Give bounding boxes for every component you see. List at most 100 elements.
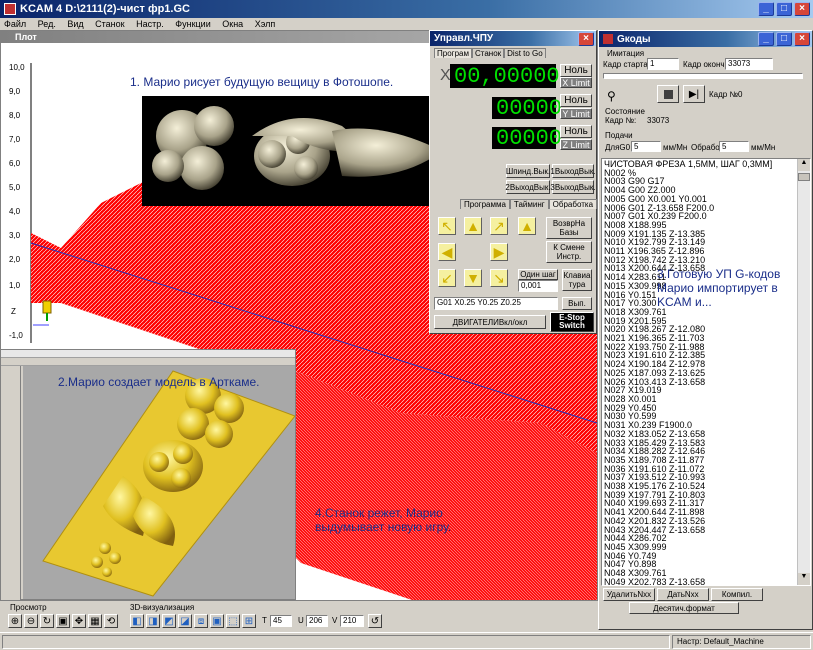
jog-up-left-arrow[interactable]: ↖ bbox=[438, 217, 456, 235]
tab-preview[interactable]: Просмотр bbox=[10, 603, 47, 612]
view-iso3-icon[interactable]: ▣ bbox=[210, 614, 224, 628]
keyboard-jog-button[interactable]: Клавиа тура bbox=[562, 269, 592, 291]
maximize-button[interactable]: □ bbox=[776, 2, 792, 16]
zoom-in-icon[interactable]: ⊕ bbox=[8, 614, 22, 628]
app-icon bbox=[4, 3, 16, 15]
motors-toggle-button[interactable]: ДВИГАТЕЛИВкл/окл bbox=[434, 315, 546, 329]
decimal-format-button[interactable]: Десятич.формат bbox=[629, 602, 739, 614]
tab-machining[interactable]: Обработка bbox=[548, 199, 598, 209]
g0-feed-input[interactable]: 5 bbox=[631, 141, 661, 152]
run-command-button[interactable]: Вып. bbox=[562, 297, 592, 310]
tab-program[interactable]: Програм bbox=[434, 48, 472, 58]
grid-icon[interactable]: ▦ bbox=[88, 614, 102, 628]
stop-button[interactable] bbox=[657, 85, 679, 103]
view-iso-icon[interactable]: ◪ bbox=[178, 614, 192, 628]
scroll-up-arrow[interactable]: ▲ bbox=[798, 159, 810, 171]
view-side-icon[interactable]: ◩ bbox=[162, 614, 176, 628]
menu-edit[interactable]: Ред. bbox=[38, 19, 56, 29]
output3-toggle-button[interactable]: 3ВыходВык. bbox=[550, 180, 596, 194]
gcodes-title: Gкоды bbox=[617, 33, 651, 45]
binoculars-icon[interactable]: ⚲ bbox=[607, 89, 616, 103]
start-frame-input[interactable]: 1 bbox=[647, 58, 679, 70]
zoom-out-icon[interactable]: ⊖ bbox=[24, 614, 38, 628]
gcode-list[interactable]: ЧИСТОВАЯ ФРЕЗА 1,5ММ, ШАГ 0,3ММ] N002 % N0… bbox=[601, 158, 811, 586]
gcodes-maximize-button[interactable]: □ bbox=[776, 32, 792, 46]
output1-toggle-button[interactable]: 1ВыходВык. bbox=[550, 164, 596, 178]
jog-left-arrow[interactable]: ◀ bbox=[438, 243, 456, 261]
mdi-command-input[interactable]: G01 X0.25 Y0.25 Z0.25 bbox=[434, 297, 558, 310]
rotate-icon[interactable]: ↻ bbox=[40, 614, 54, 628]
cnc-close-button[interactable]: × bbox=[578, 31, 594, 46]
v-angle-input[interactable]: 210 bbox=[340, 615, 364, 627]
work-feed-input[interactable]: 5 bbox=[719, 141, 749, 152]
menu-settings[interactable]: Настр. bbox=[136, 19, 164, 29]
toolpath-slab-left bbox=[31, 233, 61, 303]
spindle-toggle-button[interactable]: Шпинд.Вык. bbox=[506, 164, 550, 178]
work-feed-unit: мм/Мн bbox=[751, 143, 776, 152]
play-button[interactable]: ▶| bbox=[683, 85, 705, 103]
jog-up-arrow[interactable]: ▲ bbox=[464, 217, 482, 235]
one-step-button[interactable]: Один шаг bbox=[518, 269, 558, 280]
compile-button[interactable]: Компил. bbox=[711, 588, 763, 601]
minimize-button[interactable]: _ bbox=[758, 2, 774, 16]
end-frame-input[interactable]: 33073 bbox=[725, 58, 773, 70]
close-button[interactable]: × bbox=[794, 2, 810, 16]
view-reset-icon[interactable]: ⊞ bbox=[242, 614, 256, 628]
zoom-fit-icon[interactable]: ▣ bbox=[56, 614, 70, 628]
tab-timing[interactable]: Тайминг bbox=[509, 199, 549, 209]
delete-n-button[interactable]: УдалитьNхх bbox=[603, 588, 655, 601]
tab-machine[interactable]: Станок bbox=[471, 48, 505, 58]
z-zero-button[interactable]: Ноль bbox=[560, 125, 592, 138]
cnc-control-window: Управл.ЧПУ × Програм Станок Dist to Go X… bbox=[429, 30, 598, 334]
menu-functions[interactable]: Функции bbox=[175, 19, 210, 29]
jog-down-left-arrow[interactable]: ↙ bbox=[438, 269, 456, 287]
tool-change-button[interactable]: К Смене Инстр. bbox=[546, 241, 592, 263]
jog-right-arrow[interactable]: ▶ bbox=[490, 243, 508, 261]
gcodes-minimize-button[interactable]: _ bbox=[758, 32, 774, 46]
tab-program-sub[interactable]: Программа bbox=[460, 199, 510, 209]
menu-machine[interactable]: Станок bbox=[95, 19, 124, 29]
view-top-icon[interactable]: ◧ bbox=[130, 614, 144, 628]
jog-down-arrow[interactable]: ▼ bbox=[464, 269, 482, 287]
scroll-down-arrow[interactable]: ▼ bbox=[798, 573, 810, 585]
menu-windows[interactable]: Окна bbox=[222, 19, 243, 29]
estop-switch-button[interactable]: E-Stop Switch bbox=[550, 312, 594, 332]
menu-help[interactable]: Хэлп bbox=[255, 19, 276, 29]
return-home-button[interactable]: ВозврНа Базы bbox=[546, 217, 592, 239]
artcam-left-toolbar bbox=[1, 366, 21, 601]
bottom-toolbar: Просмотр 3D-визуализация ⊕ ⊖ ↻ ▣ ✥ ▦ ⟲ ◧… bbox=[0, 600, 598, 630]
jog-up-right-arrow[interactable]: ↗ bbox=[490, 217, 508, 235]
t-angle-input[interactable]: 45 bbox=[270, 615, 292, 627]
pan-icon[interactable]: ✥ bbox=[72, 614, 86, 628]
jog-z-up-arrow[interactable]: ▲ bbox=[518, 217, 536, 235]
menu-file[interactable]: Файл bbox=[4, 19, 26, 29]
view-front-icon[interactable]: ◨ bbox=[146, 614, 160, 628]
view-cube-icon[interactable]: ⬚ bbox=[226, 614, 240, 628]
u-angle-label: U bbox=[298, 616, 304, 625]
status-machine: Настр: Default_Machine bbox=[672, 635, 811, 649]
u-angle-input[interactable]: 206 bbox=[306, 615, 328, 627]
plot-y-tick: 5,0 bbox=[9, 183, 21, 192]
t-angle-label: T bbox=[262, 616, 267, 625]
apply-view-icon[interactable]: ↺ bbox=[368, 614, 382, 628]
x-limit-indicator: X Limit bbox=[560, 77, 592, 88]
gcode-scrollbar[interactable]: ▲ ▼ bbox=[797, 159, 810, 585]
view-iso2-icon[interactable]: ⧈ bbox=[194, 614, 208, 628]
start-frame-label: Кадр старта: bbox=[603, 60, 650, 69]
plot-y-tick: 1,0 bbox=[9, 281, 21, 290]
g0-feed-unit: мм/Мн bbox=[663, 143, 688, 152]
add-n-button[interactable]: ДатьNхх bbox=[657, 588, 709, 601]
output2-toggle-button[interactable]: 2ВыходВык. bbox=[505, 180, 551, 194]
scroll-thumb[interactable] bbox=[798, 173, 810, 181]
y-zero-button[interactable]: Ноль bbox=[560, 94, 592, 107]
refresh-icon[interactable]: ⟲ bbox=[104, 614, 118, 628]
tab-dist-to-go[interactable]: Dist to Go bbox=[504, 48, 546, 58]
end-frame-label: Кадр оконч.: bbox=[683, 60, 729, 69]
menu-view[interactable]: Вид bbox=[67, 19, 83, 29]
jog-down-right-arrow[interactable]: ↘ bbox=[490, 269, 508, 287]
x-zero-button[interactable]: Ноль bbox=[560, 64, 592, 77]
frame-number-value: 33073 bbox=[647, 116, 670, 125]
gcodes-close-button[interactable]: × bbox=[794, 32, 810, 46]
step-size-select[interactable]: 0,001 bbox=[518, 280, 558, 292]
tab-3d-visualization[interactable]: 3D-визуализация bbox=[130, 603, 194, 612]
